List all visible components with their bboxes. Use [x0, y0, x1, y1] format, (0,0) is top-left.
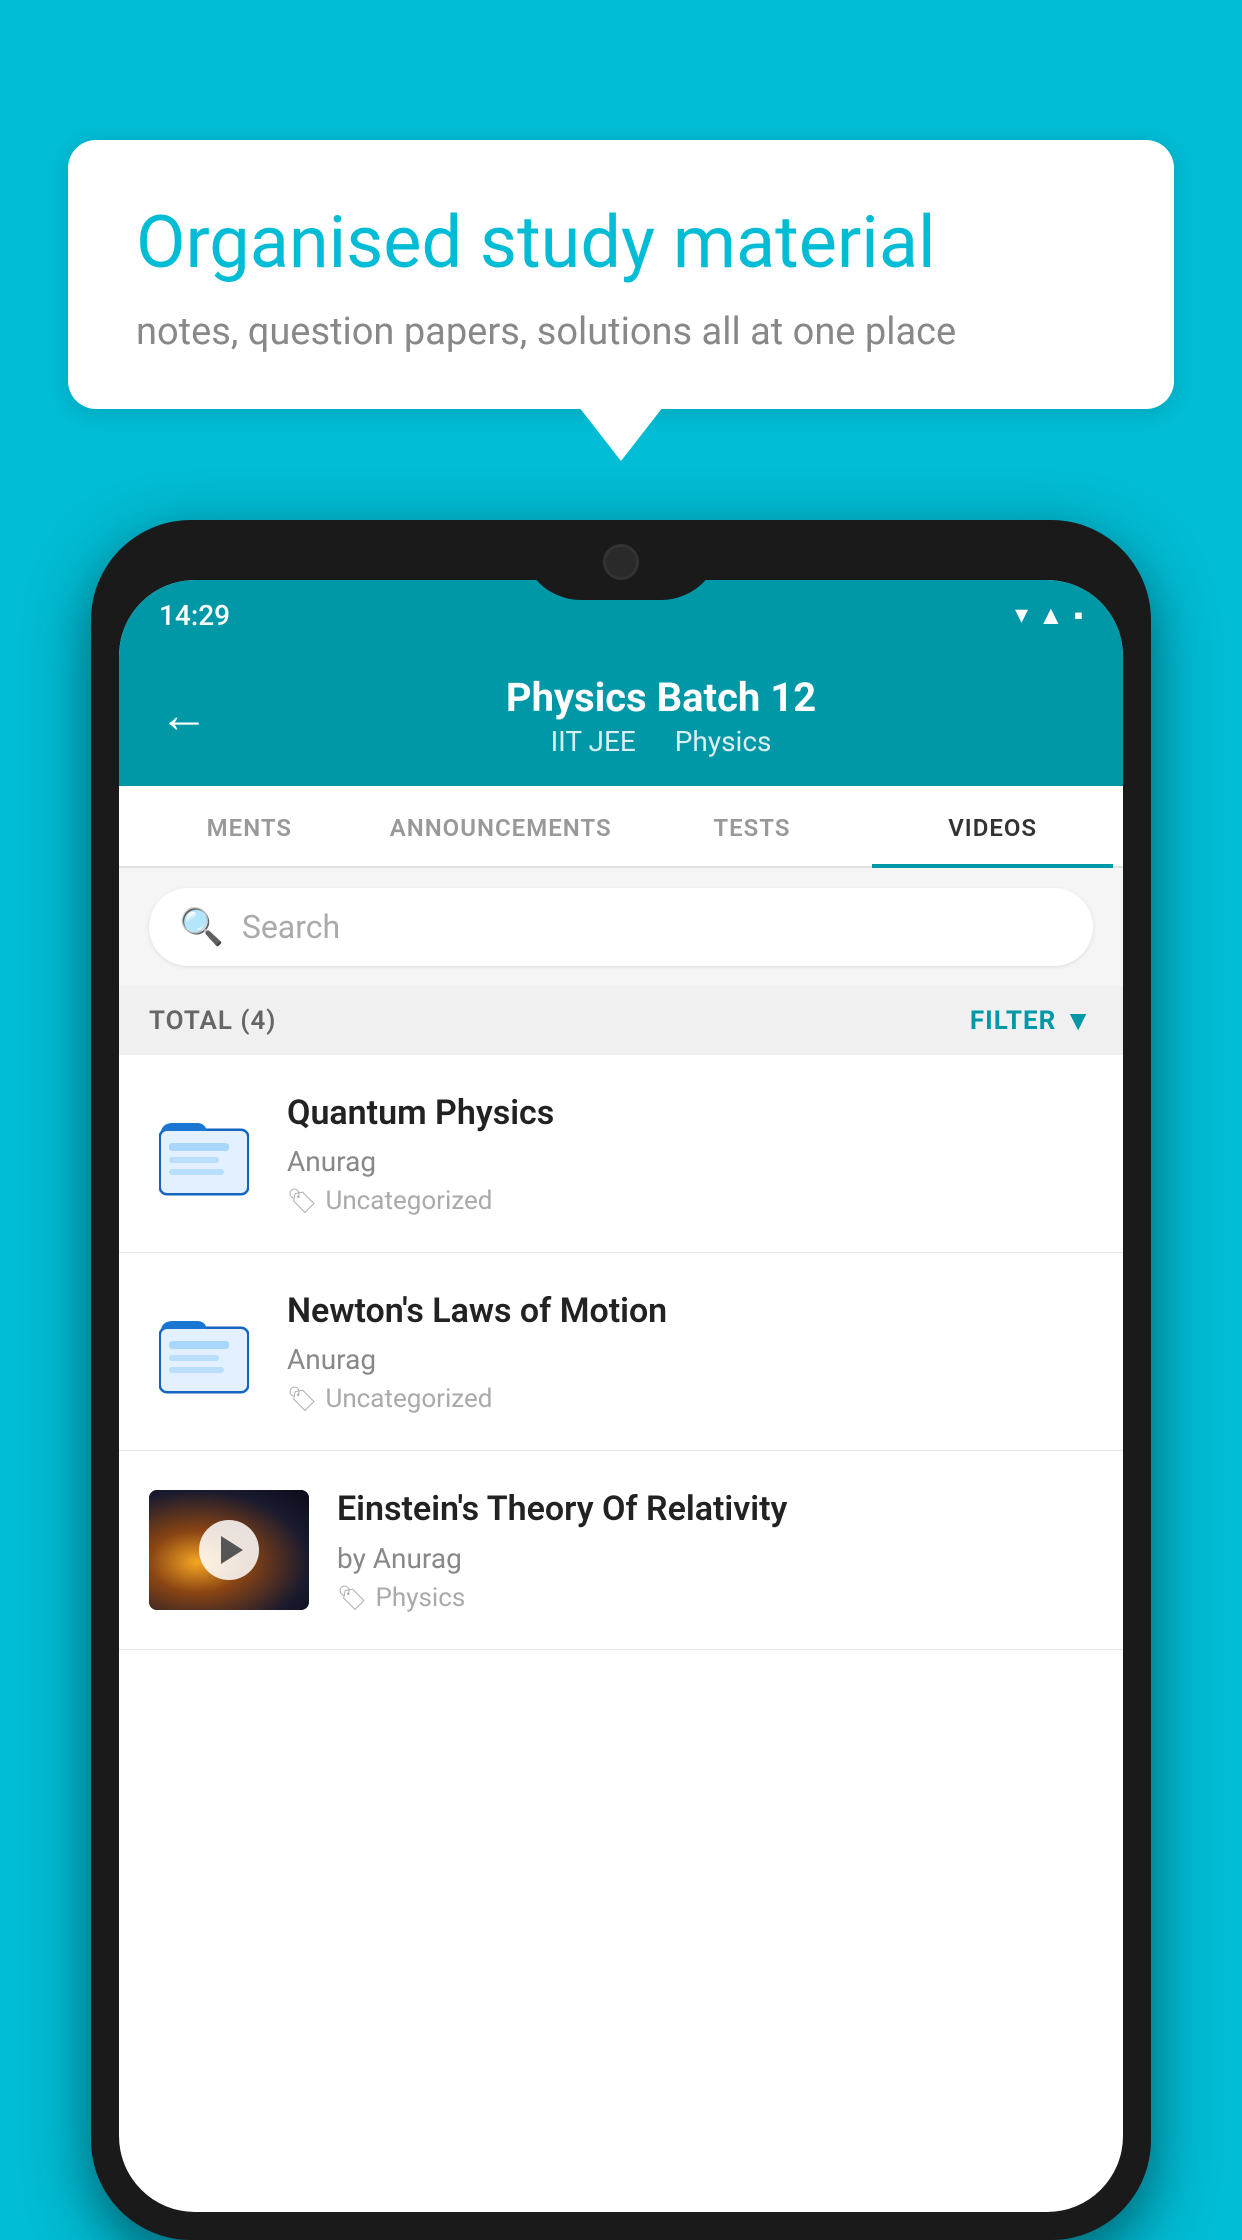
list-item[interactable]: Einstein's Theory Of Relativity by Anura… [119, 1451, 1123, 1649]
bubble-subtitle: notes, question papers, solutions all at… [136, 310, 1106, 354]
tab-ments[interactable]: MENTS [129, 786, 370, 866]
bubble-title: Organised study material [136, 200, 1106, 286]
video-info: Einstein's Theory Of Relativity by Anura… [337, 1487, 1093, 1612]
tag-label: Uncategorized [325, 1384, 492, 1414]
tab-announcements[interactable]: ANNOUNCEMENTS [370, 786, 632, 866]
tag-label: Uncategorized [325, 1186, 492, 1216]
header-subtitle-physics: Physics [675, 725, 772, 758]
video-title: Einstein's Theory Of Relativity [337, 1487, 1093, 1531]
total-count-label: TOTAL (4) [149, 1006, 276, 1036]
signal-icon: ▲ [1038, 600, 1064, 631]
tab-bar: MENTS ANNOUNCEMENTS TESTS VIDEOS [119, 786, 1123, 868]
tag-icon: 🏷 [287, 1187, 317, 1215]
list-item[interactable]: Quantum Physics Anurag 🏷 Uncategorized [119, 1055, 1123, 1253]
folder-icon [159, 1307, 249, 1397]
list-item[interactable]: Newton's Laws of Motion Anurag 🏷 Uncateg… [119, 1253, 1123, 1451]
video-thumbnail [149, 1490, 309, 1610]
status-icons: ▾ ▲ ▪ [1015, 600, 1083, 631]
tab-tests[interactable]: TESTS [632, 786, 873, 866]
video-list: Quantum Physics Anurag 🏷 Uncategorized [119, 1055, 1123, 1650]
video-info: Newton's Laws of Motion Anurag 🏷 Uncateg… [287, 1289, 1093, 1414]
video-info: Quantum Physics Anurag 🏷 Uncategorized [287, 1091, 1093, 1216]
search-bar[interactable]: 🔍 Search [149, 888, 1093, 966]
wifi-icon: ▾ [1015, 600, 1028, 630]
back-button[interactable]: ← [159, 691, 209, 741]
tag-label: Physics [375, 1583, 465, 1613]
tag-icon: 🏷 [337, 1584, 367, 1612]
phone-notch [521, 520, 721, 600]
search-placeholder: Search [242, 908, 340, 946]
tag-icon: 🏷 [287, 1385, 317, 1413]
header-subtitle: IIT JEE Physics [239, 725, 1083, 758]
folder-icon [159, 1109, 249, 1199]
phone-screen: 14:29 ▾ ▲ ▪ ← Physics Batch 12 IIT JEE P… [119, 580, 1123, 2212]
filter-row: TOTAL (4) FILTER ▼ [119, 986, 1123, 1055]
video-tag: 🏷 Physics [337, 1583, 1093, 1613]
phone-camera [603, 544, 639, 580]
play-triangle-icon [221, 1536, 243, 1564]
filter-label: FILTER [970, 1006, 1056, 1036]
header-title: Physics Batch 12 [239, 674, 1083, 721]
filter-icon: ▼ [1064, 1004, 1093, 1037]
folder-icon-container [149, 1099, 259, 1209]
app-header: ← Physics Batch 12 IIT JEE Physics [119, 650, 1123, 786]
filter-button[interactable]: FILTER ▼ [970, 1004, 1093, 1037]
video-title: Quantum Physics [287, 1091, 1093, 1135]
video-author: by Anurag [337, 1542, 1093, 1575]
header-subtitle-iitjee: IIT JEE [551, 725, 636, 758]
folder-icon-container [149, 1297, 259, 1407]
search-container: 🔍 Search [119, 868, 1123, 986]
video-author: Anurag [287, 1145, 1093, 1178]
phone-frame: 14:29 ▾ ▲ ▪ ← Physics Batch 12 IIT JEE P… [91, 520, 1151, 2240]
speech-bubble-section: Organised study material notes, question… [68, 140, 1174, 409]
video-author: Anurag [287, 1343, 1093, 1376]
battery-icon: ▪ [1074, 600, 1083, 631]
video-tag: 🏷 Uncategorized [287, 1186, 1093, 1216]
header-title-block: Physics Batch 12 IIT JEE Physics [239, 674, 1083, 758]
video-tag: 🏷 Uncategorized [287, 1384, 1093, 1414]
status-time: 14:29 [159, 599, 230, 632]
tab-videos[interactable]: VIDEOS [872, 786, 1113, 866]
video-title: Newton's Laws of Motion [287, 1289, 1093, 1333]
search-icon: 🔍 [179, 906, 224, 948]
play-button[interactable] [199, 1520, 259, 1580]
speech-bubble-card: Organised study material notes, question… [68, 140, 1174, 409]
